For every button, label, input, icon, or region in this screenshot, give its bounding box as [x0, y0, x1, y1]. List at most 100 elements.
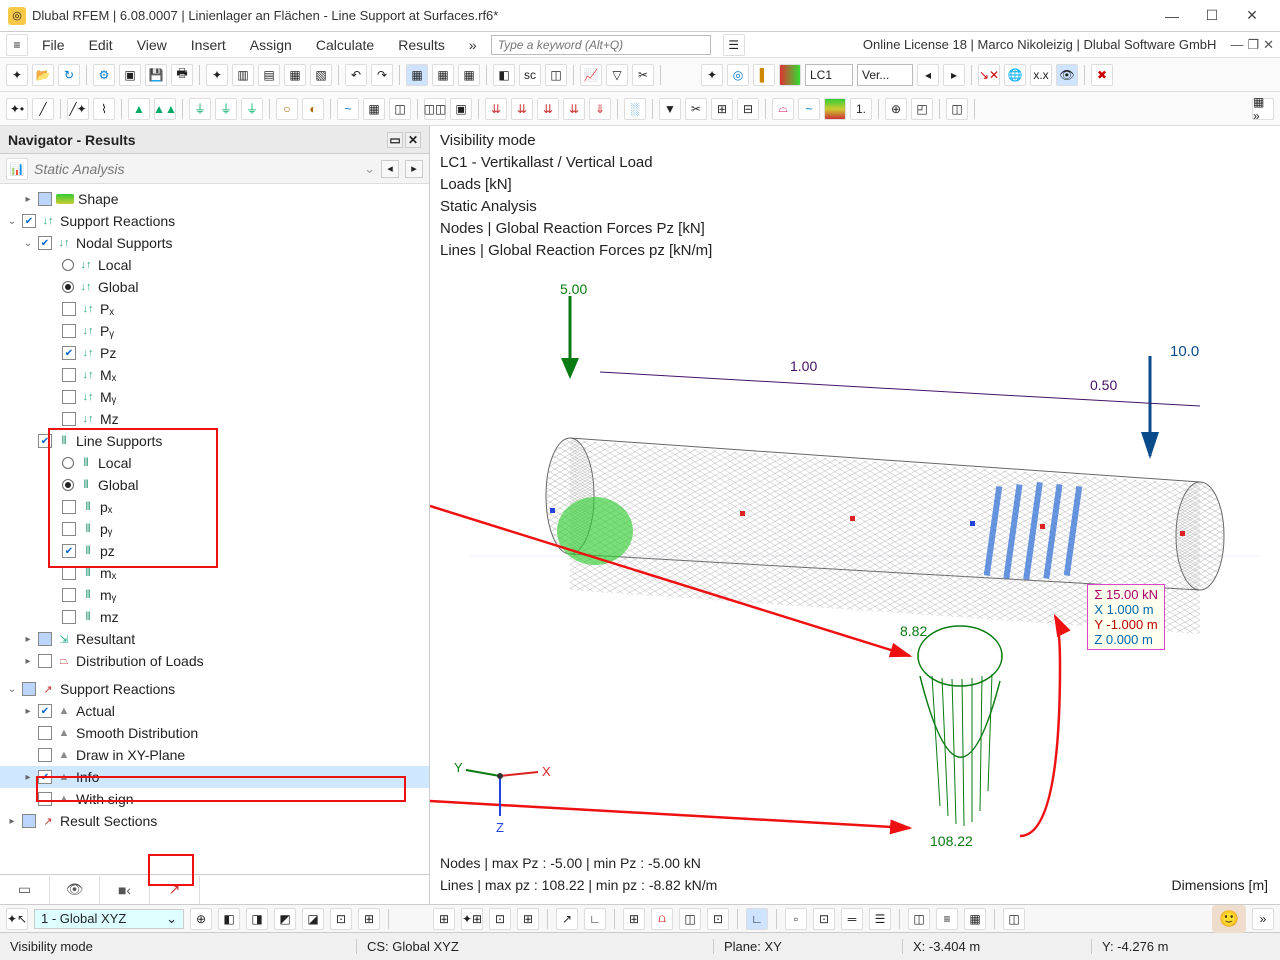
- cube-icon[interactable]: ◫: [389, 98, 411, 120]
- layer-icon[interactable]: ◧: [493, 64, 515, 86]
- snap3-icon[interactable]: ⊡: [489, 908, 511, 930]
- menu-file[interactable]: File: [32, 35, 75, 55]
- layers-icon[interactable]: ▣: [119, 64, 141, 86]
- obj7-icon[interactable]: ▦: [964, 908, 986, 930]
- funnel-icon[interactable]: ▼: [659, 98, 681, 120]
- tree-result-sections[interactable]: Result Sections: [60, 813, 157, 829]
- nodal-pz[interactable]: Pz: [100, 345, 116, 361]
- open-icon[interactable]: 📂: [32, 64, 54, 86]
- line-pz[interactable]: pz: [100, 543, 115, 559]
- nav-tab-camera[interactable]: ■‹: [100, 876, 150, 904]
- delete-arrow-icon[interactable]: ↘✕: [978, 64, 1000, 86]
- line-local[interactable]: Local: [98, 455, 131, 471]
- h1-icon[interactable]: ⊞: [711, 98, 733, 120]
- minimize-button[interactable]: —: [1152, 8, 1192, 24]
- target-icon[interactable]: ◎: [727, 64, 749, 86]
- tree-withsign[interactable]: With sign: [76, 791, 134, 807]
- arrows3-icon[interactable]: ⇊: [537, 98, 559, 120]
- nodal-px[interactable]: Pₓ: [100, 301, 114, 317]
- ext2-icon[interactable]: ◰: [911, 98, 933, 120]
- sup3-icon[interactable]: ⏚: [241, 98, 263, 120]
- grad-icon[interactable]: [779, 64, 801, 86]
- tree-line-supports[interactable]: Line Supports: [76, 433, 162, 449]
- results-tree[interactable]: ▸Shape ⌄✔↓↑Support Reactions ⌄✔↓↑Nodal S…: [0, 184, 429, 874]
- sc-icon[interactable]: sc: [519, 64, 541, 86]
- magnet-icon[interactable]: ⩍: [651, 908, 673, 930]
- snap9-icon[interactable]: ⊡: [707, 908, 729, 930]
- bt3-icon[interactable]: ◨: [246, 908, 268, 930]
- tree2-icon[interactable]: ▲▲: [154, 98, 176, 120]
- bt1-icon[interactable]: ⊕: [190, 908, 212, 930]
- plot-icon[interactable]: 📈: [580, 64, 602, 86]
- nodal-mz[interactable]: Mz: [100, 411, 119, 427]
- menu-more[interactable]: »: [459, 35, 487, 55]
- snap5-icon[interactable]: ↗: [556, 908, 578, 930]
- nodal-local[interactable]: Local: [98, 257, 131, 273]
- obj5-icon[interactable]: ◫: [908, 908, 930, 930]
- nodal-my[interactable]: Mᵧ: [100, 389, 116, 405]
- mesh-icon[interactable]: ▦: [363, 98, 385, 120]
- sup2-icon[interactable]: ⏚: [215, 98, 237, 120]
- t5-icon[interactable]: ▧: [310, 64, 332, 86]
- copy-icon[interactable]: ◫◫: [424, 98, 446, 120]
- nodal-mx[interactable]: Mₓ: [100, 367, 116, 383]
- close-panel-icon[interactable]: ✕: [405, 132, 421, 148]
- tree-drawxy[interactable]: Draw in XY-Plane: [76, 747, 185, 763]
- line-px[interactable]: pₓ: [100, 499, 112, 515]
- grid3-icon[interactable]: ▦: [458, 64, 480, 86]
- save-icon[interactable]: 💾: [145, 64, 167, 86]
- star-icon[interactable]: ✦: [701, 64, 723, 86]
- tree-nodal-supports[interactable]: Nodal Supports: [76, 235, 173, 251]
- bt4-icon[interactable]: ◩: [274, 908, 296, 930]
- color-icon[interactable]: [824, 98, 846, 120]
- line-icon[interactable]: ╱: [32, 98, 54, 120]
- node-icon[interactable]: ✦•: [6, 98, 28, 120]
- render-icon[interactable]: ◫: [946, 98, 968, 120]
- undock-icon[interactable]: ▭: [387, 132, 403, 148]
- rel2-icon[interactable]: ◐: [302, 98, 324, 120]
- model-viewport[interactable]: Visibility mode LC1 - Vertikallast / Ver…: [430, 126, 1280, 904]
- render2-icon[interactable]: ◫: [1003, 908, 1025, 930]
- tree-distribution[interactable]: Distribution of Loads: [76, 653, 204, 669]
- member-icon[interactable]: ╱✦: [67, 98, 89, 120]
- license-icon[interactable]: ☰: [723, 34, 745, 56]
- sub-minimize[interactable]: —: [1230, 37, 1243, 53]
- line-mz[interactable]: mz: [100, 609, 119, 625]
- sub-close[interactable]: ✕: [1263, 37, 1274, 53]
- filter-icon[interactable]: ▽: [606, 64, 628, 86]
- loadcase-combo[interactable]: LC1: [805, 64, 853, 86]
- eye-icon[interactable]: 👁: [1056, 64, 1078, 86]
- xxx-icon[interactable]: x.x: [1030, 64, 1052, 86]
- cursor-icon[interactable]: ✦↖: [6, 908, 28, 930]
- line-mx[interactable]: mₓ: [100, 565, 116, 581]
- maximize-button[interactable]: ☐: [1192, 7, 1232, 24]
- analysis-icon[interactable]: 📊: [6, 158, 28, 180]
- nav-tab-results[interactable]: ↗: [150, 876, 200, 904]
- tree-support-reactions[interactable]: Support Reactions: [60, 213, 175, 229]
- grid1-icon[interactable]: ▦: [406, 64, 428, 86]
- arrows4-icon[interactable]: ⇊: [563, 98, 585, 120]
- snap10-icon[interactable]: ∟: [746, 908, 768, 930]
- def-icon[interactable]: ~: [337, 98, 359, 120]
- menu-results[interactable]: Results: [388, 35, 455, 55]
- sel-icon[interactable]: ░: [624, 98, 646, 120]
- arrows5-icon[interactable]: ⇓: [589, 98, 611, 120]
- print-icon[interactable]: 🖶: [171, 64, 193, 86]
- obj2-icon[interactable]: ⊡: [813, 908, 835, 930]
- obj1-icon[interactable]: ▫: [785, 908, 807, 930]
- section-icon[interactable]: ⌓: [772, 98, 794, 120]
- nav-tab-views[interactable]: 👁: [50, 876, 100, 904]
- analysis-dropdown[interactable]: Static Analysis: [34, 161, 358, 177]
- refresh-icon[interactable]: ↻: [58, 64, 80, 86]
- prev-analysis[interactable]: ◂: [381, 160, 399, 178]
- next-analysis[interactable]: ▸: [405, 160, 423, 178]
- num-icon[interactable]: 1.: [850, 98, 872, 120]
- bt5-icon[interactable]: ◪: [302, 908, 324, 930]
- clip-icon[interactable]: ✂: [632, 64, 654, 86]
- snap7-icon[interactable]: ⊞: [623, 908, 645, 930]
- undo-icon[interactable]: ↶: [345, 64, 367, 86]
- t1-icon[interactable]: ✦: [206, 64, 228, 86]
- prev-lc-icon[interactable]: ◂: [917, 64, 939, 86]
- globe-icon[interactable]: 🌐: [1004, 64, 1026, 86]
- deform-icon[interactable]: ~: [798, 98, 820, 120]
